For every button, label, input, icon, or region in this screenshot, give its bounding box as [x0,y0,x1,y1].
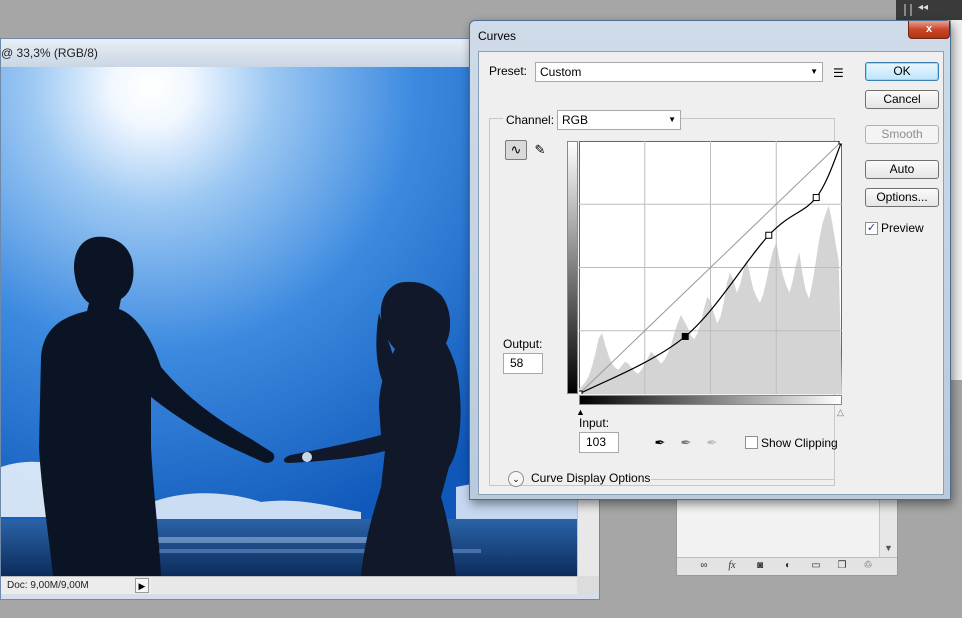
chevron-down-icon: ▼ [810,67,818,76]
curve-display-options-label[interactable]: Curve Display Options [531,471,650,485]
link-icon[interactable]: ∞ [697,560,711,572]
curve-graph[interactable] [579,141,842,394]
preset-label: Preset: [489,64,528,78]
channel-label: Channel: [503,113,558,127]
divider [651,479,835,480]
folder-icon[interactable]: ▭ [809,560,823,572]
scroll-down-icon[interactable]: ▼ [884,543,893,553]
curve-point [765,231,773,239]
black-eyedropper-icon[interactable]: ✒ [651,434,669,452]
layers-footer: ∞ fx ◙ ◐ ▭ ❐ ♲ [677,557,897,575]
status-menu-arrow-icon[interactable]: ▶ [135,578,149,593]
curves-dialog: Curves x Preset: Custom ▼ ☰ OK Cancel Sm… [469,20,951,500]
show-clipping-checkbox[interactable] [745,436,758,449]
ok-button[interactable]: OK [865,62,939,81]
white-point-slider-icon[interactable]: △ [837,408,844,417]
curve-point [838,141,842,145]
document-title: @ 33,3% (RGB/8) [1,46,98,60]
curve-point [812,194,820,202]
trash-icon[interactable]: ♲ [861,560,875,572]
preview-label: Preview [881,221,924,235]
input-gradient-bar [579,395,842,405]
input-field[interactable]: 103 [579,432,619,453]
document-size-status: Doc: 9,00M/9,00M [7,580,89,591]
output-gradient-bar [567,141,578,394]
channel-select[interactable]: RGB ▼ [557,110,681,130]
dialog-body: Preset: Custom ▼ ☰ OK Cancel Smooth Auto… [478,51,944,495]
preview-checkbox[interactable]: ✓ [865,222,878,235]
right-side-panel [950,20,962,380]
expand-chevron-icon[interactable]: ⌄ [508,471,524,487]
output-field[interactable]: 58 [503,353,543,374]
chevron-down-icon: ▼ [668,115,676,124]
preset-options-icon[interactable]: ☰ [833,66,844,80]
auto-button[interactable]: Auto [865,160,939,179]
close-button[interactable]: x [908,21,950,39]
smooth-button[interactable]: Smooth [865,125,939,144]
pencil-tool-icon[interactable]: ✎ [529,140,551,160]
panel-dock-header[interactable]: ◂◂ [896,0,962,20]
input-label: Input: [579,416,610,430]
cancel-button[interactable]: Cancel [865,90,939,109]
curve-point-selected [681,332,689,340]
curve-point [579,390,583,394]
new-layer-icon[interactable]: ❐ [835,560,849,572]
preset-select[interactable]: Custom ▼ [535,62,823,82]
preset-value: Custom [540,65,582,79]
gray-eyedropper-icon[interactable]: ✒ [677,434,695,452]
options-button[interactable]: Options... [865,188,939,207]
curve-point-tool-icon[interactable]: ∿ [505,140,527,160]
channel-value: RGB [562,113,589,127]
white-eyedropper-icon[interactable]: ✒ [703,434,721,452]
dialog-title: Curves [478,29,517,43]
grip-icon[interactable] [904,4,912,16]
mask-icon[interactable]: ◙ [753,560,767,572]
show-clipping-label: Show Clipping [761,436,838,450]
horizontal-scrollbar[interactable] [151,577,577,593]
output-label: Output: [503,337,543,351]
adjustment-icon[interactable]: ◐ [781,560,795,572]
scroll-corner [577,576,599,594]
collapse-panels-icon[interactable]: ◂◂ [918,2,928,13]
fx-icon[interactable]: fx [725,560,739,572]
